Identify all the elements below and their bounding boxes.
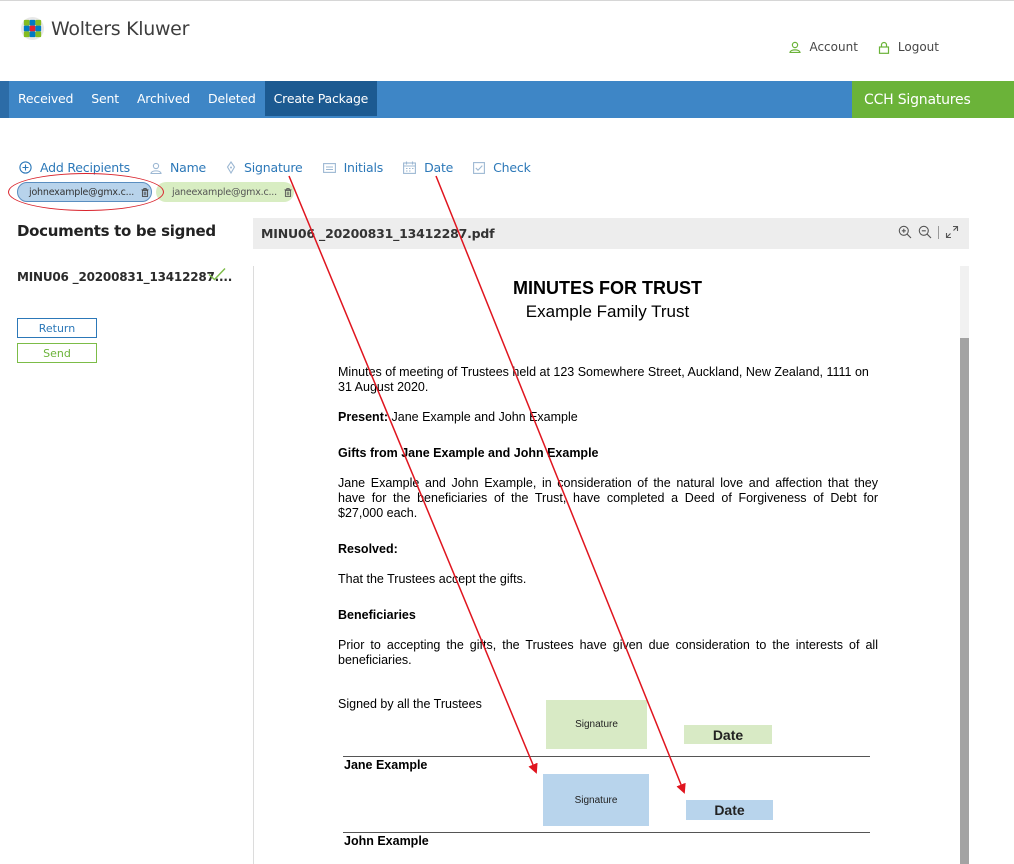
- tab-create-package[interactable]: Create Package: [264, 81, 378, 116]
- date-field-tool[interactable]: Date: [403, 160, 453, 175]
- product-name: CCH Signatures: [852, 81, 1014, 118]
- signer-name-jane: Jane Example: [344, 758, 428, 772]
- nav-tabs: Received Sent Archived Deleted Create Pa…: [9, 81, 378, 118]
- initials-field-tool[interactable]: Initials: [322, 160, 384, 175]
- header-links: Account Logout: [789, 40, 939, 54]
- check-tool-label: Check: [493, 160, 531, 175]
- checkbox-icon: [473, 161, 486, 174]
- calendar-icon: [403, 161, 417, 174]
- gifts-text: Jane Example and John Example, in consid…: [338, 476, 878, 520]
- add-recipients-label: Add Recipients: [40, 160, 130, 175]
- tab-deleted[interactable]: Deleted: [199, 81, 265, 116]
- account-label: Account: [809, 40, 858, 54]
- check-icon: [208, 268, 226, 281]
- return-button[interactable]: Return: [17, 318, 97, 338]
- recipient-chip-john[interactable]: johnexample@gmx.c...: [17, 182, 152, 202]
- check-field-tool[interactable]: Check: [473, 160, 531, 175]
- resolved-text: That the Trustees accept the gifts.: [338, 572, 527, 586]
- logout-link[interactable]: Logout: [878, 40, 939, 54]
- globe-logo-icon: [20, 16, 45, 41]
- signature-field-jane[interactable]: Signature: [546, 700, 647, 749]
- present-label: Present:: [338, 410, 389, 424]
- signer-name-john: John Example: [344, 834, 429, 848]
- zoom-in-icon[interactable]: [898, 225, 912, 239]
- initials-tool-label: Initials: [343, 160, 384, 175]
- name-field-tool[interactable]: Name: [150, 160, 206, 175]
- present-text: Jane Example and John Example: [388, 410, 578, 424]
- lock-icon: [878, 41, 890, 54]
- trash-icon[interactable]: [284, 187, 292, 197]
- add-recipients-button[interactable]: Add Recipients: [19, 160, 130, 175]
- beneficiaries-heading: Beneficiaries: [338, 608, 416, 622]
- zoom-out-icon[interactable]: [918, 225, 932, 239]
- tab-sent[interactable]: Sent: [82, 81, 128, 116]
- date-field-jane[interactable]: Date: [684, 725, 772, 744]
- nav-edge: [0, 81, 9, 118]
- account-link[interactable]: Account: [789, 40, 858, 54]
- recipient-email: janeexample@gmx.c...: [172, 186, 277, 198]
- top-border: [0, 0, 1014, 1]
- resolved-heading: Resolved:: [338, 542, 398, 556]
- field-toolbar: Add Recipients Name Signature Initials D…: [19, 160, 551, 175]
- signature-field-tool[interactable]: Signature: [226, 160, 303, 175]
- user-icon: [789, 41, 802, 53]
- document-viewer-header: MINU06 _20200831_13412287.pdf: [253, 218, 969, 249]
- signature-line: [343, 832, 870, 833]
- wolters-kluwer-logo: Wolters Kluwer: [20, 16, 189, 41]
- scrollbar-thumb[interactable]: [960, 338, 969, 864]
- signature-field-john[interactable]: Signature: [543, 774, 649, 826]
- doc-intro: Minutes of meeting of Trustees held at 1…: [338, 365, 869, 394]
- signature-tool-label: Signature: [244, 160, 303, 175]
- recipient-chip-jane[interactable]: janeexample@gmx.c...: [156, 182, 294, 202]
- id-card-icon: [322, 162, 336, 173]
- recipient-email: johnexample@gmx.c...: [29, 186, 135, 198]
- trash-icon[interactable]: [141, 187, 149, 197]
- tab-archived[interactable]: Archived: [128, 81, 199, 116]
- fullscreen-icon[interactable]: [945, 225, 959, 239]
- gifts-heading: Gifts from Jane Example and John Example: [338, 446, 599, 460]
- date-field-john[interactable]: Date: [686, 800, 773, 820]
- tab-received[interactable]: Received: [9, 81, 82, 116]
- pen-nib-icon: [226, 161, 236, 174]
- name-tool-label: Name: [169, 160, 207, 175]
- doc-title: MINUTES FOR TRUST: [513, 278, 702, 298]
- logout-label: Logout: [897, 40, 939, 54]
- viewer-filename: MINU06 _20200831_13412287.pdf: [261, 226, 495, 241]
- viewer-toolbar: [898, 225, 959, 239]
- doc-present: Present: Jane Example and John Example: [338, 410, 878, 425]
- main-nav: Received Sent Archived Deleted Create Pa…: [0, 81, 1014, 118]
- beneficiaries-text: Prior to accepting the gifts, the Truste…: [338, 638, 878, 667]
- documents-panel-title: Documents to be signed: [17, 222, 216, 240]
- logo-text: Wolters Kluwer: [51, 17, 190, 40]
- person-icon: [150, 162, 162, 174]
- plus-circle-icon: [19, 161, 32, 174]
- doc-subtitle: Example Family Trust: [525, 302, 690, 321]
- document-page: MINUTES FOR TRUST Example Family Trust M…: [253, 266, 960, 864]
- date-tool-label: Date: [424, 160, 454, 175]
- signature-line: [343, 756, 870, 757]
- send-button[interactable]: Send: [17, 343, 97, 363]
- toolbar-separator: [938, 225, 939, 239]
- document-list-item[interactable]: MINU06 _20200831_13412287....: [17, 270, 232, 284]
